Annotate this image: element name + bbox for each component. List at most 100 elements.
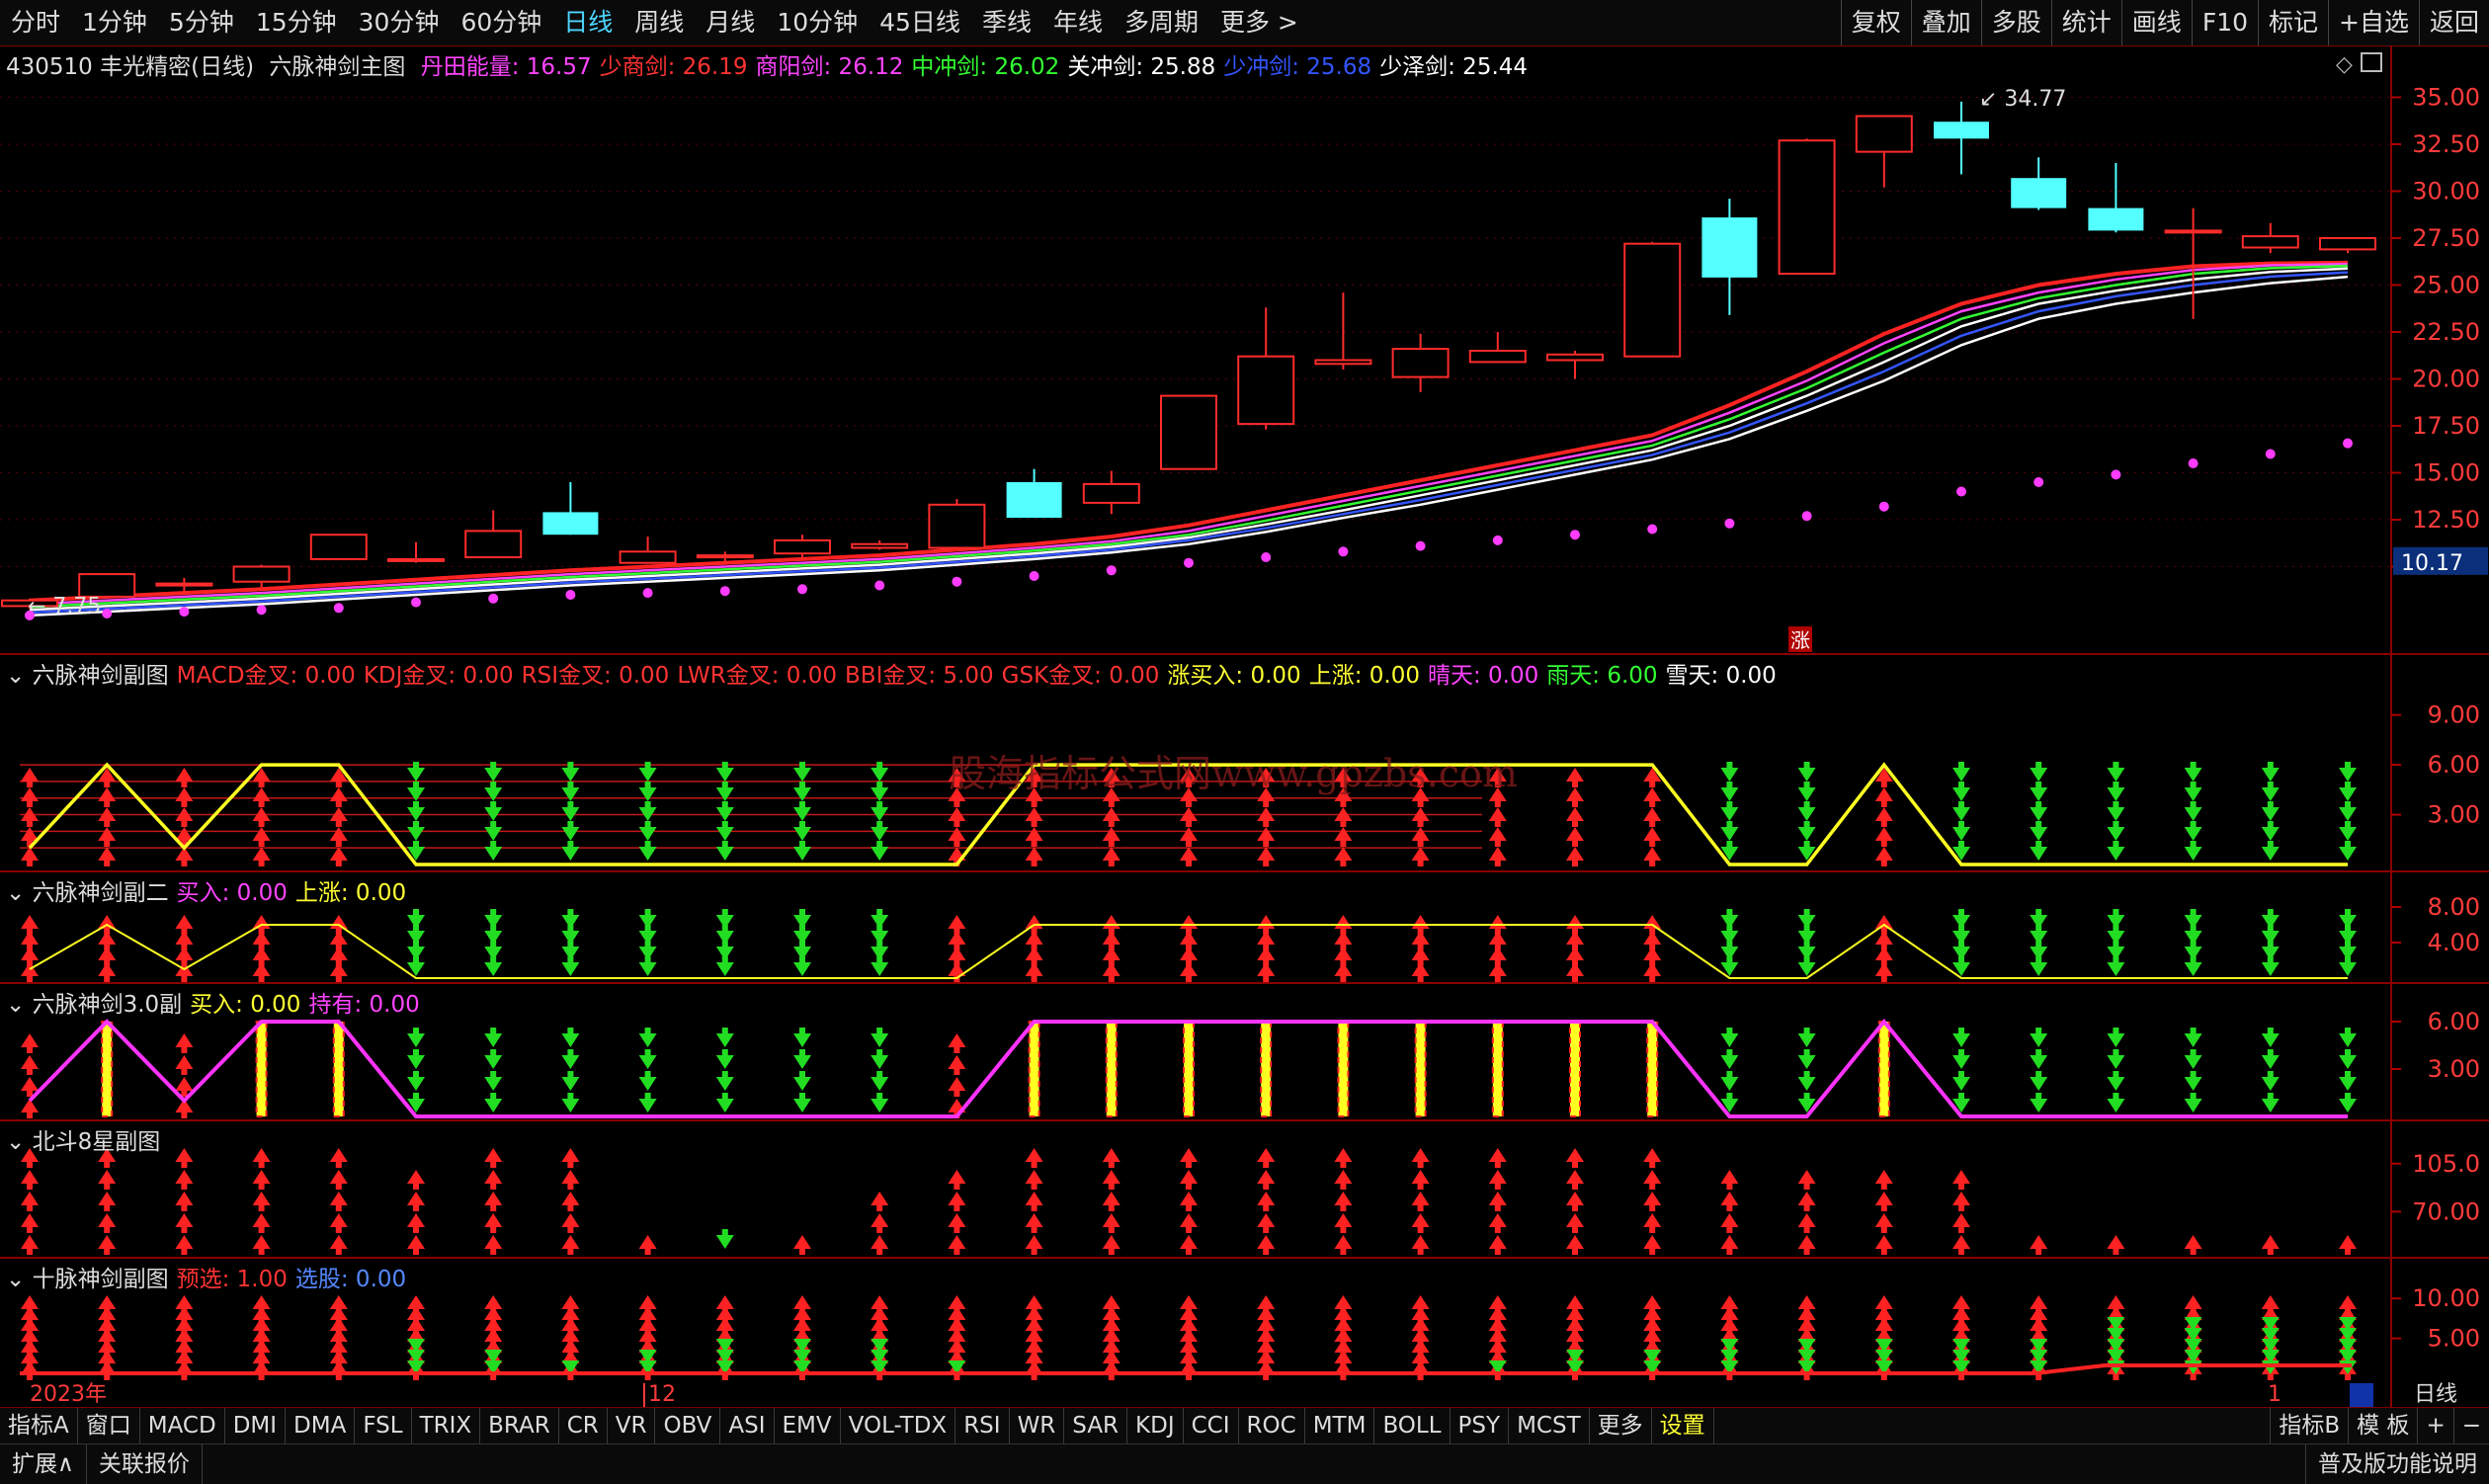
signal-arrow: [1797, 821, 1816, 841]
tool-button[interactable]: 叠加: [1910, 0, 1981, 45]
period-tab[interactable]: 60分钟: [450, 0, 552, 45]
template-tab[interactable]: +: [2417, 1408, 2452, 1443]
signal-arrow: [1566, 847, 1584, 866]
signal-arrow: [329, 827, 348, 847]
signal-arrow: [1566, 1170, 1584, 1190]
signal-arrow: [329, 1192, 348, 1211]
period-cursor: [2350, 1383, 2373, 1407]
indicator-tab[interactable]: 窗口: [78, 1408, 140, 1443]
signal-arrow: [1720, 762, 1739, 782]
sub3-hold-bar: [1261, 1022, 1272, 1116]
period-tab[interactable]: 分时: [0, 0, 71, 45]
period-tab[interactable]: 周线: [623, 0, 695, 45]
indicator-tab[interactable]: MCST: [1509, 1408, 1590, 1443]
tool-button[interactable]: F10: [2191, 0, 2258, 45]
signal-arrow: [2261, 909, 2280, 929]
period-tab[interactable]: 45日线: [869, 0, 971, 45]
signal-arrow: [1566, 768, 1584, 787]
indicator-tab[interactable]: CCI: [1184, 1408, 1239, 1443]
chart-area[interactable]: ↙ 34.77 ← 7.75 涨 35.00 32.50 30.00 27.50 25.00…: [0, 45, 2489, 1407]
indicator-tab[interactable]: 指标A: [0, 1408, 78, 1443]
indicator-tab[interactable]: WR: [1010, 1408, 1065, 1443]
signal-arrow: [484, 1093, 503, 1113]
period-tab[interactable]: 月线: [695, 0, 766, 45]
signal-arrow: [1180, 1235, 1198, 1255]
indicator-tab[interactable]: DMA: [286, 1408, 356, 1443]
status-right[interactable]: 普及版功能说明: [2305, 1444, 2489, 1484]
signal-arrow: [252, 827, 271, 847]
signal-arrow: [871, 1295, 889, 1315]
signal-arrow: [1180, 1213, 1198, 1233]
indicator-name: 六脉神剑主图: [269, 54, 406, 80]
tool-button[interactable]: 复权: [1840, 0, 1911, 45]
indicator-tab[interactable]: PSY: [1451, 1408, 1510, 1443]
indicator-tab[interactable]: TRIX: [412, 1408, 481, 1443]
signal-arrow: [21, 1033, 39, 1053]
tool-button[interactable]: 统计: [2050, 0, 2121, 45]
signal-arrow: [715, 801, 734, 821]
period-tab[interactable]: 5分钟: [158, 0, 245, 45]
period-tab[interactable]: 1分钟: [71, 0, 158, 45]
status-item[interactable]: 关联报价: [87, 1444, 203, 1484]
period-tab[interactable]: 多周期: [1114, 0, 1209, 45]
indicator-tab[interactable]: OBV: [655, 1408, 721, 1443]
period-tab[interactable]: 年线: [1042, 0, 1114, 45]
indicator-tab[interactable]: SAR: [1064, 1408, 1128, 1443]
dantian-dot: [642, 588, 653, 599]
period-tab[interactable]: 10分钟: [766, 0, 869, 45]
template-tab[interactable]: −: [2452, 1408, 2489, 1443]
indicator-tab[interactable]: ASI: [720, 1408, 775, 1443]
grid-layer: [0, 45, 2489, 1407]
signal-arrow: [1488, 1235, 1507, 1255]
period-tab[interactable]: 15分钟: [245, 0, 348, 45]
tool-button[interactable]: 多股: [1980, 0, 2051, 45]
indicator-tab[interactable]: EMV: [775, 1408, 841, 1443]
dantian-dot: [1492, 535, 1503, 545]
signal-arrow: [793, 1028, 811, 1047]
period-tab[interactable]: 更多 >: [1209, 0, 1309, 45]
period-tab[interactable]: 30分钟: [348, 0, 451, 45]
indicator-tab[interactable]: CR: [559, 1408, 608, 1443]
signal-arrow: [715, 1093, 734, 1113]
indicator-tab[interactable]: ROC: [1239, 1408, 1305, 1443]
signal-arrow: [1720, 782, 1739, 801]
template-tab[interactable]: 指标B: [2270, 1408, 2348, 1443]
low-label: ← 7.75: [28, 594, 101, 618]
period-tab[interactable]: 日线: [552, 0, 623, 45]
signal-arrow: [175, 1055, 194, 1075]
indicator-tab[interactable]: BOLL: [1374, 1408, 1451, 1443]
indicator-tab[interactable]: FSL: [355, 1408, 412, 1443]
signal-arrow: [1102, 827, 1120, 847]
template-tab[interactable]: 模 板: [2348, 1408, 2417, 1443]
signal-arrow: [1797, 1295, 1816, 1315]
candle-body: [774, 538, 831, 555]
tool-button[interactable]: 返回: [2418, 0, 2489, 45]
signal-arrow: [1566, 1148, 1584, 1168]
indicator-tab[interactable]: MACD: [140, 1408, 225, 1443]
tool-button[interactable]: 画线: [2120, 0, 2192, 45]
indicator-tab[interactable]: BRAR: [480, 1408, 559, 1443]
period-tab[interactable]: 季线: [971, 0, 1042, 45]
high-label: ↙ 34.77: [1979, 87, 2066, 112]
signal-arrow: [1874, 847, 1893, 866]
sub-title: ⌄ 六脉神剑副二: [6, 880, 169, 906]
signal-arrow: [1180, 1148, 1198, 1168]
dantian-dot: [1184, 557, 1194, 568]
indicator-tab[interactable]: VOL-TDX: [841, 1408, 956, 1443]
signal-arrow: [1025, 1192, 1043, 1211]
indicator-tab[interactable]: VR: [608, 1408, 656, 1443]
tool-button[interactable]: +自选: [2328, 0, 2419, 45]
indicator-tab[interactable]: DMI: [225, 1408, 287, 1443]
status-item[interactable]: 扩展∧: [0, 1444, 87, 1484]
indicator-tab[interactable]: 设置: [1652, 1408, 1714, 1443]
signal-arrow: [252, 1235, 271, 1255]
dantian-dot: [411, 597, 421, 608]
indicator-tab[interactable]: KDJ: [1127, 1408, 1184, 1443]
tool-button[interactable]: 标记: [2258, 0, 2328, 45]
indicator-tab[interactable]: 更多: [1590, 1408, 1652, 1443]
signal-arrow: [175, 787, 194, 807]
indicator-tab[interactable]: MTM: [1305, 1408, 1375, 1443]
signal-arrow: [175, 827, 194, 847]
indicator-tab[interactable]: RSI: [955, 1408, 1010, 1443]
signal-arrow: [715, 841, 734, 861]
